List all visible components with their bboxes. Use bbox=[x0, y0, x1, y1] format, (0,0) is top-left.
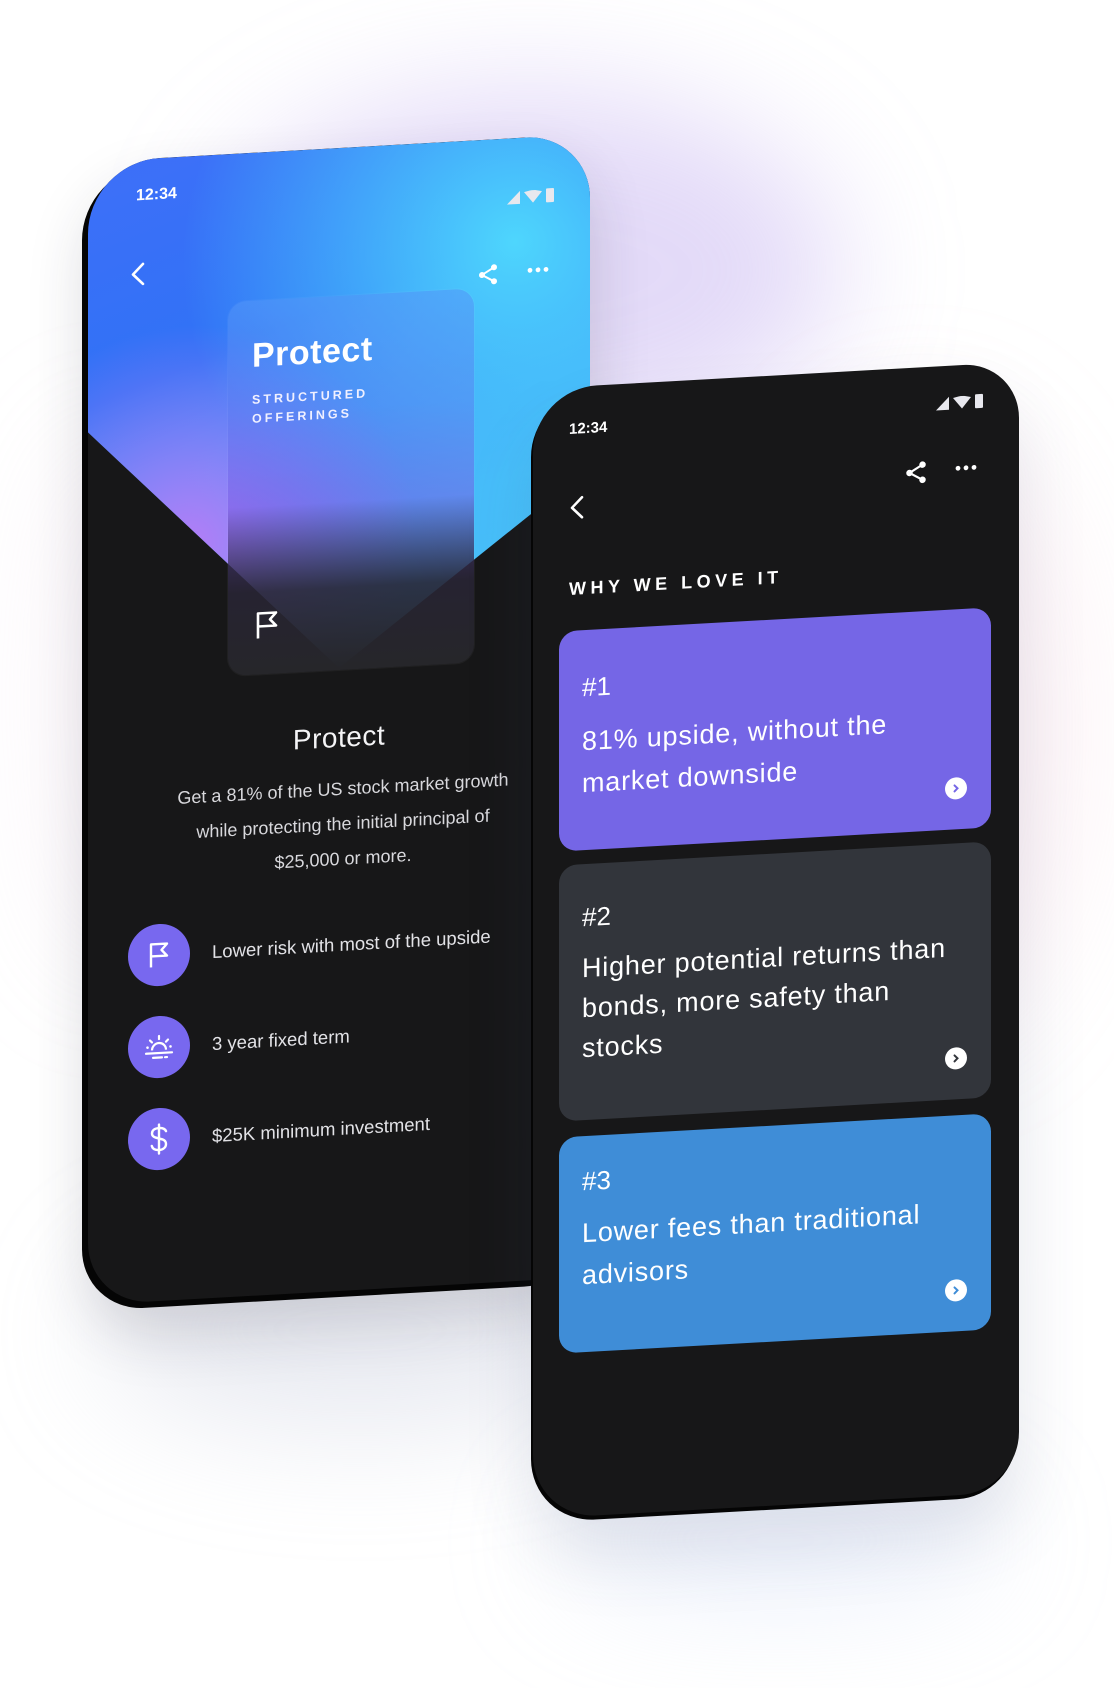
feature-item: Lower risk with most of the upside bbox=[128, 905, 491, 988]
reason-open-button[interactable] bbox=[945, 776, 967, 800]
section-title: WHY WE LOVE IT bbox=[569, 567, 783, 599]
share-icon bbox=[479, 264, 497, 285]
reason-open-button[interactable] bbox=[945, 1046, 967, 1070]
product-card-subtitle: STRUCTURED OFFERINGS bbox=[252, 386, 369, 426]
chevron-right-icon bbox=[953, 784, 959, 793]
status-icons bbox=[507, 187, 554, 205]
feature-item: $25K minimum investment bbox=[128, 1093, 430, 1172]
signal-icon bbox=[936, 396, 949, 410]
status-icons bbox=[936, 393, 983, 411]
product-description: Get a 81% of the US stock market growth … bbox=[177, 769, 509, 873]
reason-open-button[interactable] bbox=[945, 1278, 967, 1302]
reason-number: #1 bbox=[582, 670, 611, 703]
wifi-icon bbox=[524, 189, 542, 203]
reason-card[interactable]: #2 Higher potential returns than bonds, … bbox=[559, 841, 991, 1122]
signal-icon bbox=[507, 190, 520, 205]
chevron-right-icon bbox=[953, 1286, 959, 1295]
flag-icon bbox=[256, 611, 278, 639]
feature-label: Lower risk with most of the upside bbox=[212, 925, 491, 963]
reason-card[interactable]: #1 81% upside, without the market downsi… bbox=[559, 607, 991, 852]
status-time: 12:34 bbox=[136, 185, 177, 205]
dollar-icon bbox=[150, 1123, 168, 1155]
phone-why-we-love-it: 12:34 WHY WE LOVE IT #1 81% upside, with… bbox=[533, 361, 1019, 1519]
reason-number: #2 bbox=[582, 900, 611, 933]
sunrise-icon bbox=[144, 1034, 174, 1059]
chevron-left-icon bbox=[570, 495, 584, 519]
flag-icon bbox=[149, 942, 169, 968]
more-horizontal-icon bbox=[527, 266, 549, 273]
reason-text: Higher potential returns than bonds, mor… bbox=[582, 932, 946, 1064]
more-horizontal-icon bbox=[955, 464, 977, 471]
product-card[interactable]: Protect STRUCTURED OFFERINGS bbox=[228, 288, 474, 677]
feature-label: $25K minimum investment bbox=[212, 1112, 430, 1147]
chevron-left-icon bbox=[131, 262, 145, 286]
status-time: 12:34 bbox=[569, 418, 608, 438]
reason-text: Lower fees than traditional advisors bbox=[582, 1199, 921, 1291]
reason-number: #3 bbox=[582, 1164, 611, 1197]
reason-card[interactable]: #3 Lower fees than traditional advisors bbox=[559, 1113, 991, 1354]
more-options-button[interactable] bbox=[524, 254, 552, 286]
share-button[interactable] bbox=[901, 457, 931, 489]
back-button[interactable] bbox=[563, 490, 591, 526]
wifi-icon bbox=[953, 395, 971, 409]
product-card-title: Protect bbox=[252, 330, 373, 375]
feature-label: 3 year fixed term bbox=[212, 1025, 350, 1055]
product-title: Protect bbox=[292, 719, 386, 756]
feature-item: 3 year fixed term bbox=[128, 1005, 350, 1080]
chevron-right-icon bbox=[953, 1054, 959, 1063]
back-button[interactable] bbox=[124, 256, 152, 292]
share-icon bbox=[906, 461, 926, 484]
more-options-button[interactable] bbox=[951, 452, 981, 484]
battery-icon bbox=[975, 393, 983, 409]
phone-product-detail: 12:34 Protect STRUCTURED OFFERINGS Prote… bbox=[88, 133, 590, 1305]
battery-icon bbox=[546, 187, 554, 203]
reason-text: 81% upside, without the market downside bbox=[582, 709, 888, 799]
share-button[interactable] bbox=[474, 259, 502, 291]
